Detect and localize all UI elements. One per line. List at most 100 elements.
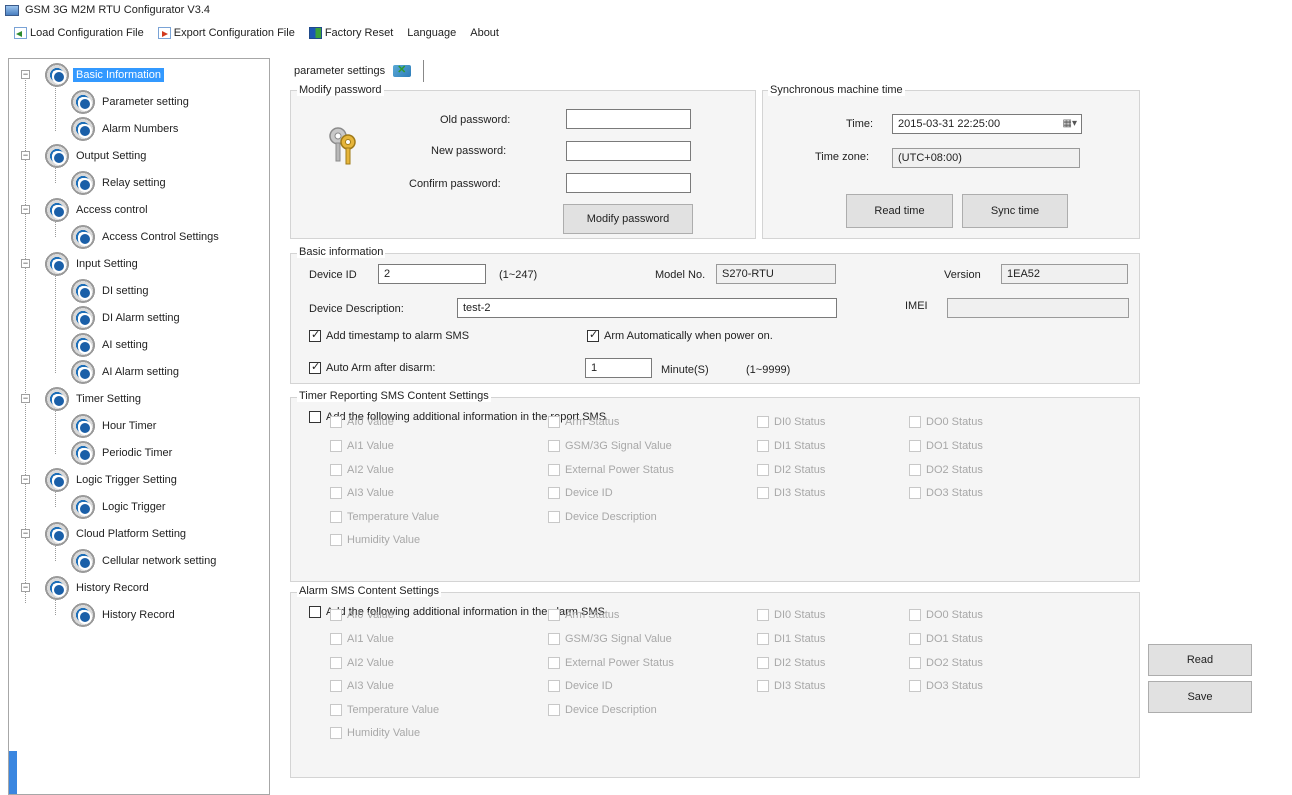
collapse-toggle[interactable]: − [21, 583, 30, 592]
timestamp-alarm-checkbox[interactable]: Add timestamp to alarm SMS [309, 328, 469, 342]
tree-item-parameter-setting[interactable]: Parameter setting [69, 90, 192, 114]
checkbox-box [330, 440, 342, 452]
option-checkbox[interactable]: DO3 Status [909, 680, 983, 692]
auto-arm-minutes-field[interactable]: 1 [585, 358, 652, 378]
option-checkbox[interactable]: DO0 Status [909, 609, 983, 621]
tree-item-ai-setting[interactable]: AI setting [69, 333, 151, 357]
option-checkbox[interactable]: Device ID [548, 680, 613, 692]
collapse-toggle[interactable]: − [21, 151, 30, 160]
tree-item-access-control-settings[interactable]: Access Control Settings [69, 225, 222, 249]
option-checkbox[interactable]: Arm Status [548, 416, 619, 428]
menu-load-config[interactable]: Load Configuration File [14, 27, 144, 39]
version-label: Version [944, 269, 981, 281]
option-checkbox[interactable]: DI1 Status [757, 633, 825, 645]
option-checkbox[interactable]: DI2 Status [757, 464, 825, 476]
option-checkbox[interactable]: AI0 Value [330, 416, 394, 428]
read-button[interactable]: Read [1148, 644, 1252, 676]
menu-export-config[interactable]: Export Configuration File [157, 27, 295, 39]
calendar-dropdown-icon[interactable]: ▦▾ [1063, 118, 1077, 129]
tree-item-hour-timer[interactable]: Hour Timer [69, 414, 159, 438]
option-checkbox[interactable]: AI2 Value [330, 464, 394, 476]
save-button[interactable]: Save [1148, 681, 1252, 713]
option-checkbox[interactable]: DI2 Status [757, 657, 825, 669]
tree-item-timer-setting[interactable]: − Timer Setting [15, 387, 144, 411]
option-checkbox[interactable]: Temperature Value [330, 704, 439, 716]
collapse-toggle[interactable]: − [21, 394, 30, 403]
old-password-field[interactable] [566, 109, 691, 129]
sync-time-button[interactable]: Sync time [962, 194, 1068, 228]
gear-icon [43, 252, 71, 276]
tree-item-history-record-group[interactable]: − History Record [15, 576, 152, 600]
tree-item-cellular-network-setting[interactable]: Cellular network setting [69, 549, 219, 573]
tree-item-relay-setting[interactable]: Relay setting [69, 171, 169, 195]
option-checkbox[interactable]: DI1 Status [757, 440, 825, 452]
tree-item-periodic-timer[interactable]: Periodic Timer [69, 441, 175, 465]
tree-item-cloud-platform-setting[interactable]: − Cloud Platform Setting [15, 522, 189, 546]
checkbox-label: DO2 Status [926, 657, 983, 669]
tree-item-di-alarm-setting[interactable]: DI Alarm setting [69, 306, 183, 330]
option-checkbox[interactable]: Humidity Value [330, 727, 420, 739]
tree-item-input-setting[interactable]: − Input Setting [15, 252, 141, 276]
option-checkbox[interactable]: DI0 Status [757, 609, 825, 621]
option-checkbox[interactable]: External Power Status [548, 657, 674, 669]
auto-arm-checkbox[interactable]: Auto Arm after disarm: [309, 360, 435, 374]
sidebar-accent-bar [9, 751, 17, 794]
tree-item-ai-alarm-setting[interactable]: AI Alarm setting [69, 360, 182, 384]
option-checkbox[interactable]: AI3 Value [330, 680, 394, 692]
option-checkbox[interactable]: AI0 Value [330, 609, 394, 621]
group-title: Basic information [297, 246, 386, 258]
tree-item-output-setting[interactable]: − Output Setting [15, 144, 149, 168]
option-checkbox[interactable]: AI2 Value [330, 657, 394, 669]
tree-item-di-setting[interactable]: DI setting [69, 279, 151, 303]
option-checkbox[interactable]: Device Description [548, 704, 657, 716]
checkbox-box [330, 657, 342, 669]
confirm-password-field[interactable] [566, 173, 691, 193]
checkbox-label: GSM/3G Signal Value [565, 633, 672, 645]
option-checkbox[interactable]: Temperature Value [330, 511, 439, 523]
option-checkbox[interactable]: GSM/3G Signal Value [548, 440, 672, 452]
tree-item-basic-information[interactable]: − Basic Information [15, 63, 164, 87]
collapse-toggle[interactable]: − [21, 529, 30, 538]
option-checkbox[interactable]: DO0 Status [909, 416, 983, 428]
tree-item-alarm-numbers[interactable]: Alarm Numbers [69, 117, 181, 141]
option-checkbox[interactable]: AI1 Value [330, 440, 394, 452]
menu-language[interactable]: Language [407, 27, 456, 39]
option-checkbox[interactable]: DI3 Status [757, 487, 825, 499]
read-time-button[interactable]: Read time [846, 194, 953, 228]
option-checkbox[interactable]: DO2 Status [909, 657, 983, 669]
option-checkbox[interactable]: AI1 Value [330, 633, 394, 645]
device-id-field[interactable]: 2 [378, 264, 486, 284]
option-checkbox[interactable]: Arm Status [548, 609, 619, 621]
option-checkbox[interactable]: Humidity Value [330, 534, 420, 546]
option-checkbox[interactable]: GSM/3G Signal Value [548, 633, 672, 645]
collapse-toggle[interactable]: − [21, 70, 30, 79]
option-checkbox[interactable]: Device Description [548, 511, 657, 523]
close-tab-icon[interactable] [393, 63, 412, 77]
tree-item-logic-trigger-setting[interactable]: − Logic Trigger Setting [15, 468, 180, 492]
time-picker[interactable]: 2015-03-31 22:25:00 ▦▾ [892, 114, 1082, 134]
title-bar: GSM 3G M2M RTU Configurator V3.4 [0, 0, 1292, 20]
option-checkbox[interactable]: DO2 Status [909, 464, 983, 476]
menu-factory-reset[interactable]: Factory Reset [308, 27, 393, 39]
option-checkbox[interactable]: DO1 Status [909, 440, 983, 452]
menu-language-label: Language [407, 27, 457, 39]
option-checkbox[interactable]: DI3 Status [757, 680, 825, 692]
option-checkbox[interactable]: DO3 Status [909, 487, 983, 499]
option-checkbox[interactable]: DI0 Status [757, 416, 825, 428]
device-description-field[interactable]: test-2 [457, 298, 837, 318]
collapse-toggle[interactable]: − [21, 259, 30, 268]
option-checkbox[interactable]: Device ID [548, 487, 613, 499]
option-checkbox[interactable]: DO1 Status [909, 633, 983, 645]
new-password-field[interactable] [566, 141, 691, 161]
collapse-toggle[interactable]: − [21, 205, 30, 214]
tree-item-access-control[interactable]: − Access control [15, 198, 151, 222]
menu-about[interactable]: About [470, 27, 499, 39]
modify-password-button[interactable]: Modify password [563, 204, 693, 234]
arm-on-power-checkbox[interactable]: Arm Automatically when power on. [587, 328, 773, 342]
option-checkbox[interactable]: AI3 Value [330, 487, 394, 499]
tab-parameter-settings[interactable]: parameter settings [280, 60, 425, 82]
tree-item-logic-trigger[interactable]: Logic Trigger [69, 495, 169, 519]
collapse-toggle[interactable]: − [21, 475, 30, 484]
tree-item-history-record[interactable]: History Record [69, 603, 178, 627]
option-checkbox[interactable]: External Power Status [548, 464, 674, 476]
